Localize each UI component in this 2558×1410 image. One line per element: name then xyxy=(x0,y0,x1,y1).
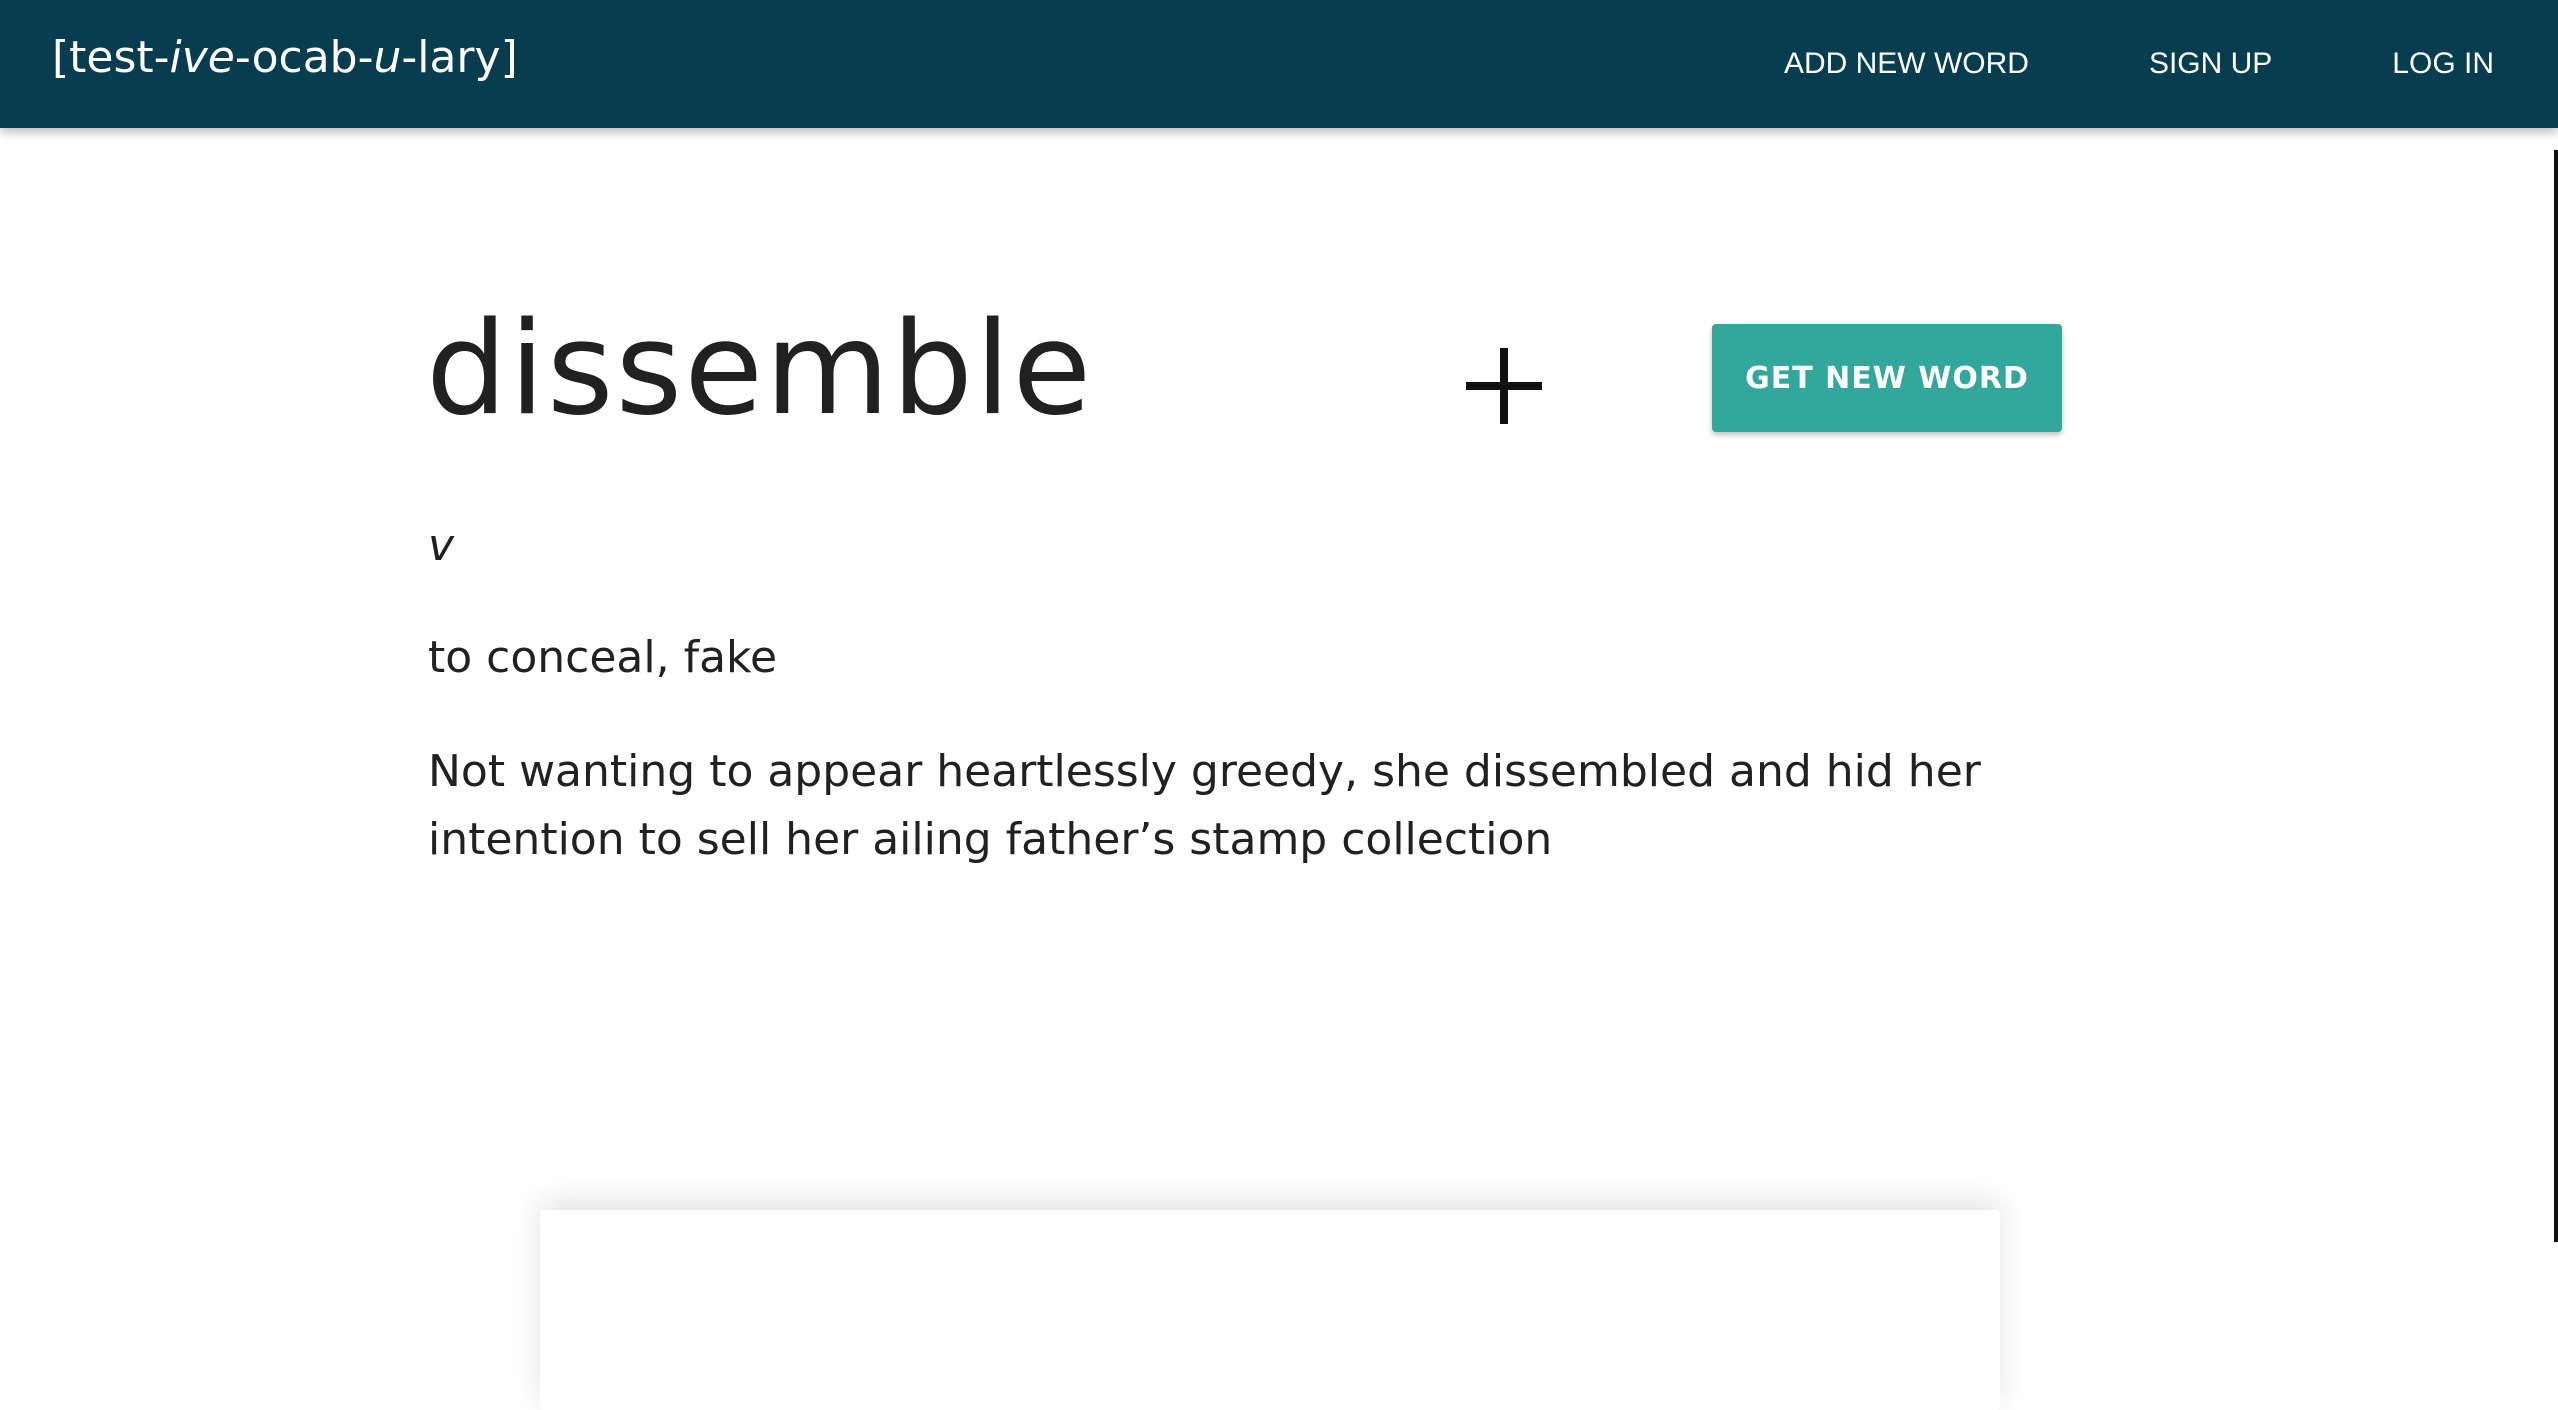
scrollbar-thumb[interactable] xyxy=(2554,150,2558,1242)
word-definition: to conceal, fake xyxy=(428,632,778,683)
top-navbar: [test-ive-ocab-u-lary] ADD NEW WORD SIGN… xyxy=(0,0,2558,128)
brand-part-1: test- xyxy=(69,32,170,83)
brand-part-2: ive xyxy=(169,32,235,83)
brand-logo[interactable]: [test-ive-ocab-u-lary] xyxy=(52,28,518,88)
brand-open-bracket: [ xyxy=(52,32,70,83)
nav-sign-up-link[interactable]: SIGN UP xyxy=(2149,47,2272,81)
nav-log-in-link[interactable]: LOG IN xyxy=(2392,47,2494,81)
brand-close-bracket: ] xyxy=(500,32,518,83)
plus-icon[interactable] xyxy=(1466,348,1542,424)
bottom-card xyxy=(540,1210,2000,1410)
nav-links: ADD NEW WORD SIGN UP LOG IN xyxy=(1784,0,2558,128)
brand-part-3: -ocab- xyxy=(234,32,374,83)
word-title: dissemble xyxy=(426,295,1094,444)
brand-part-4: u xyxy=(373,32,402,83)
get-new-word-button[interactable]: GET NEW WORD xyxy=(1712,324,2062,432)
example-sentence: Not wanting to appear heartlessly greedy… xyxy=(428,746,1981,865)
nav-add-new-word-link[interactable]: ADD NEW WORD xyxy=(1784,47,2029,81)
part-of-speech: v xyxy=(428,520,455,571)
brand-part-5: -lary xyxy=(401,32,501,83)
